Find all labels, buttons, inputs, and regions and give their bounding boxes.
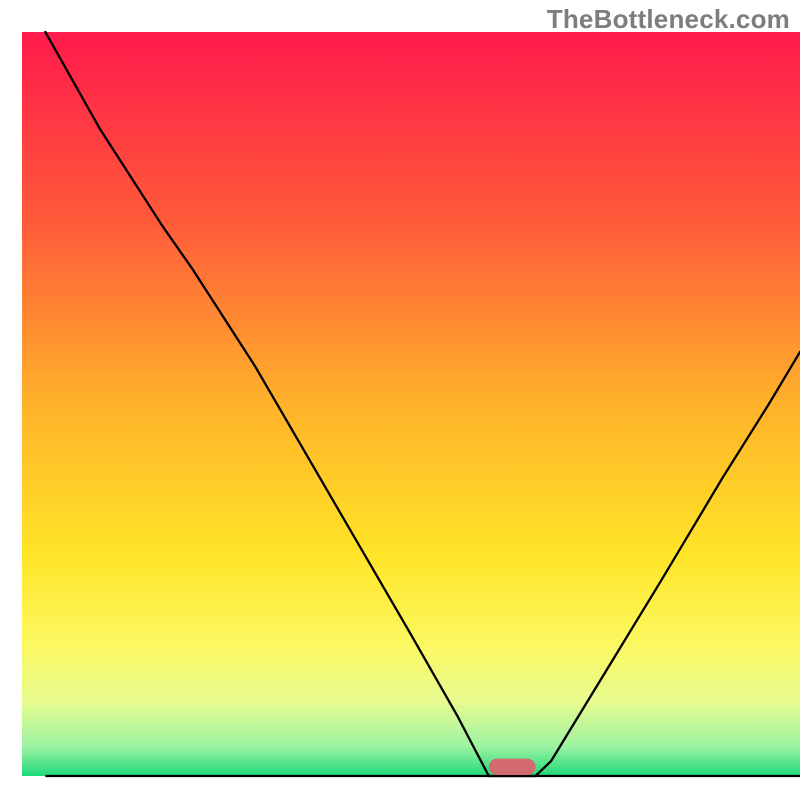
optimal-marker — [489, 759, 536, 775]
chart-background — [22, 32, 800, 776]
watermark-text: TheBottleneck.com — [547, 4, 790, 35]
bottleneck-chart — [0, 0, 800, 800]
chart-container: TheBottleneck.com — [0, 0, 800, 800]
